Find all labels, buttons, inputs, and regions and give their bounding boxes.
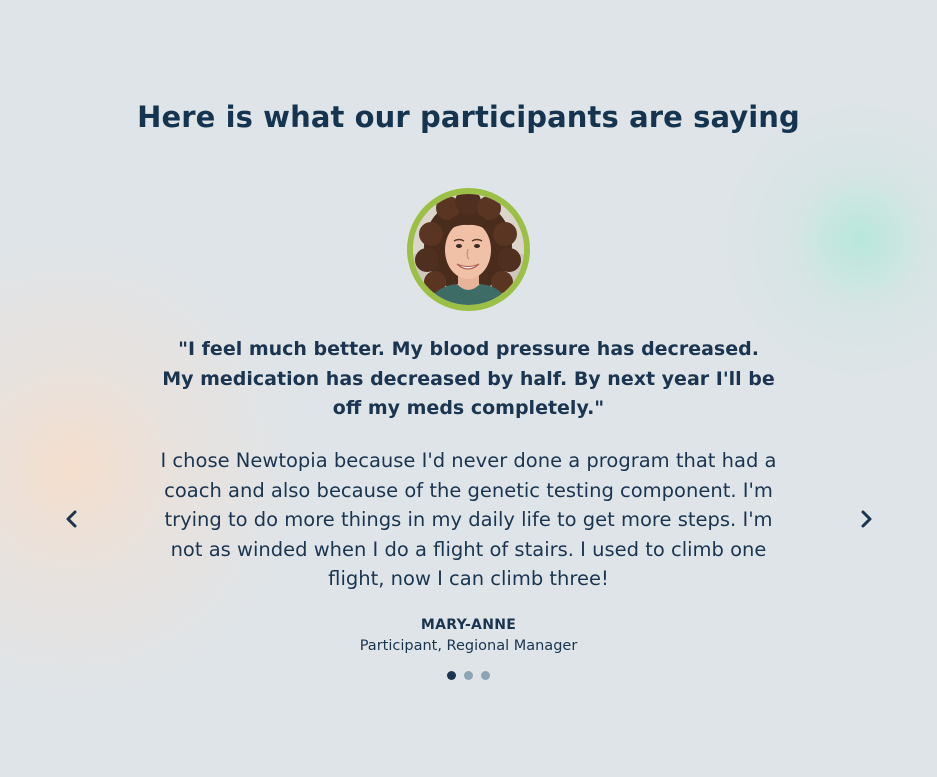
chevron-right-icon [861,510,872,528]
carousel-dot-1[interactable] [447,671,456,680]
carousel-next-button[interactable] [852,505,880,533]
section-title: Here is what our participants are saying [137,100,800,134]
author-name: MARY-ANNE [420,617,517,633]
avatar-photo [413,194,524,305]
avatar-ring [407,188,530,311]
testimonial-quote: "I feel much better. My blood pressure h… [162,338,775,419]
avatar [413,194,524,305]
chevron-left-icon [66,510,77,528]
carousel-dot-3[interactable] [481,671,490,680]
author-role: Participant, Regional Manager [359,638,578,654]
carousel-pagination [0,671,937,681]
carousel-dot-2[interactable] [464,671,473,680]
testimonial-story: I chose Newtopia because I'd never done … [160,449,777,590]
carousel-prev-button[interactable] [58,505,86,533]
